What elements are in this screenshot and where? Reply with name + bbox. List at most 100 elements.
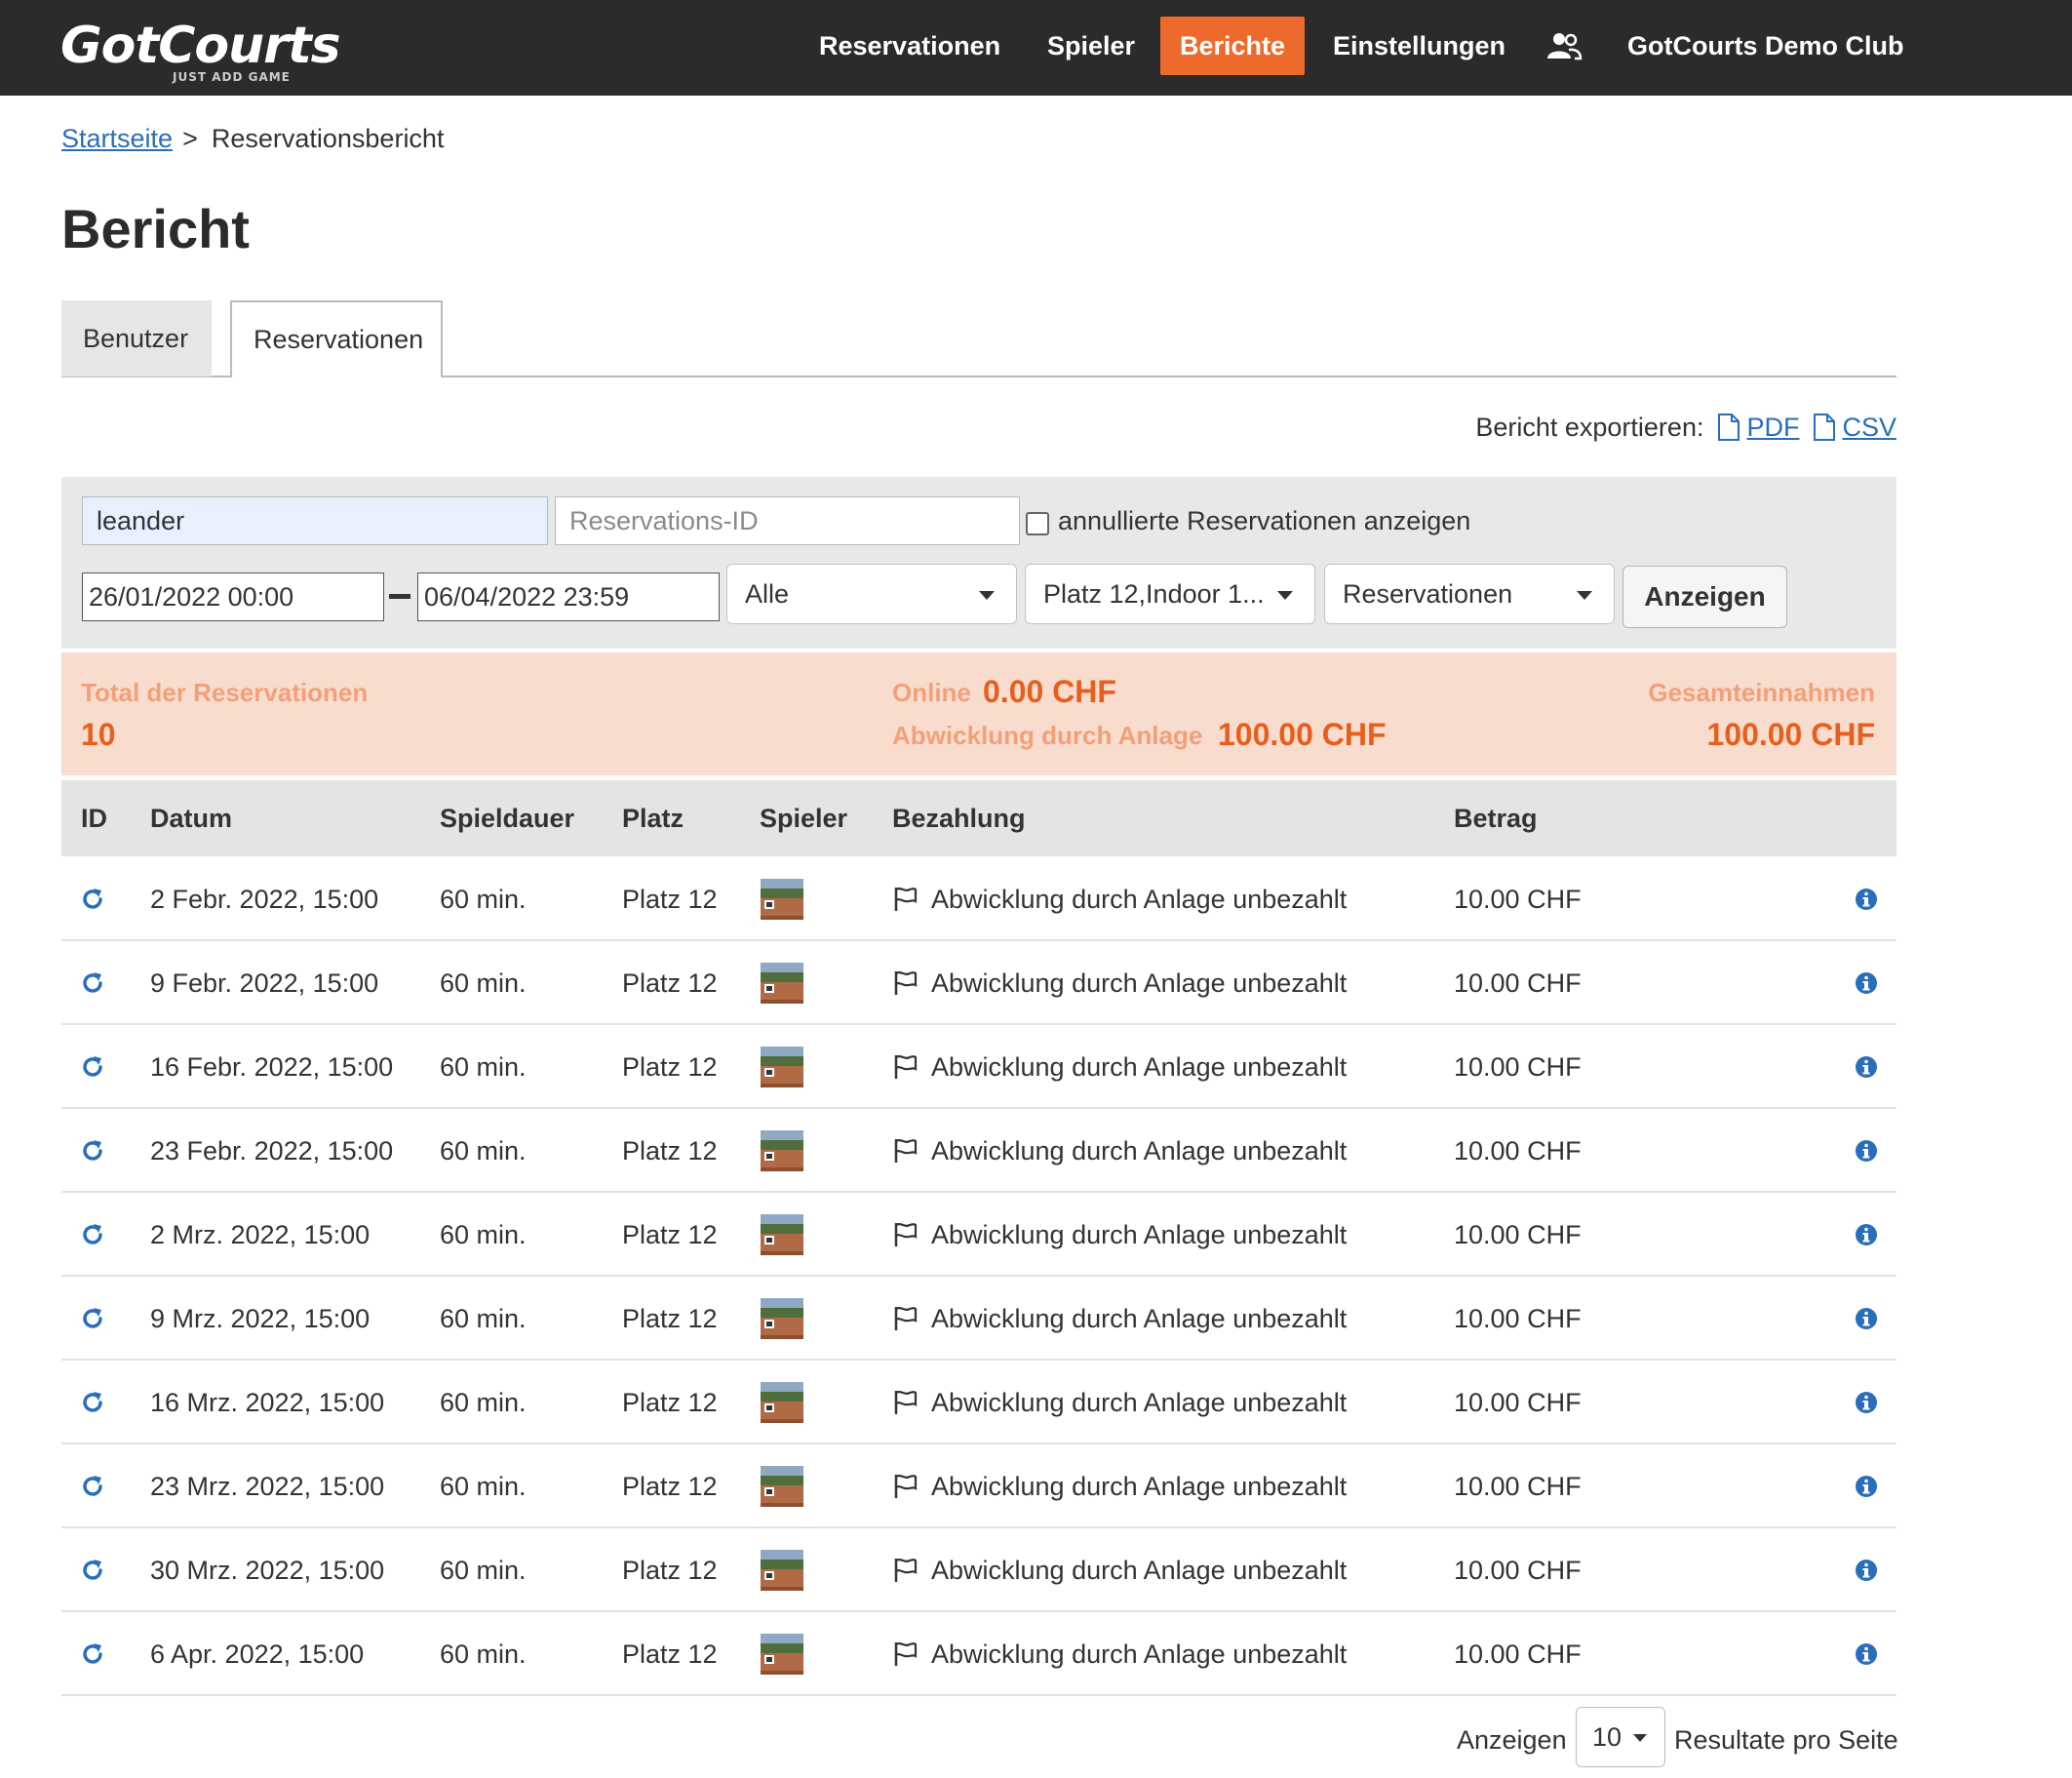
info-icon[interactable] [1855,888,1878,911]
info-icon[interactable] [1855,1307,1878,1330]
row-payment: Abwicklung durch Anlage unbezahlt [931,885,1348,914]
info-icon[interactable] [1855,1055,1878,1079]
pagination-prefix: Anzeigen [1457,1725,1567,1755]
player-avatar[interactable] [761,1047,803,1087]
info-icon[interactable] [1855,1475,1878,1498]
gotcourts-logo[interactable]: GotCourts JUST ADD GAME [60,18,341,86]
player-avatar[interactable] [761,1130,803,1171]
show-button[interactable]: Anzeigen [1622,566,1787,628]
report-type-select[interactable]: Reservationen [1324,564,1615,624]
revenue-label: Gesamteinnahmen [1648,678,1875,707]
column-header-payment[interactable]: Bezahlung [892,780,1026,856]
player-avatar[interactable] [761,1634,803,1675]
row-duration: 60 min. [440,1136,527,1166]
player-avatar[interactable] [761,879,803,920]
export-pdf-link[interactable]: PDF [1746,410,1799,445]
info-icon[interactable] [1855,971,1878,995]
repeat-icon[interactable] [80,970,105,996]
row-duration: 60 min. [440,1640,527,1669]
row-amount: 10.00 CHF [1454,1556,1582,1585]
repeat-icon[interactable] [80,1390,105,1415]
row-duration: 60 min. [440,1304,527,1333]
row-payment: Abwicklung durch Anlage unbezahlt [931,1136,1348,1166]
tab-benutzer[interactable]: Benutzer [61,300,212,376]
csv-file-icon[interactable] [1813,413,1836,442]
breadcrumb: Startseite > Reservationsbericht [61,121,444,156]
row-payment: Abwicklung durch Anlage unbezahlt [931,1052,1348,1082]
info-icon[interactable] [1855,1391,1878,1414]
row-amount: 10.00 CHF [1454,1220,1582,1249]
reservation-id-input[interactable] [555,496,1020,545]
table-header: ID Datum Spieldauer Platz Spieler Bezahl… [61,780,1896,856]
info-icon[interactable] [1855,1559,1878,1582]
player-avatar[interactable] [761,1466,803,1507]
row-court: Platz 12 [622,1640,718,1669]
repeat-icon[interactable] [80,1641,105,1667]
date-range-dash [389,594,410,599]
type-select[interactable]: Alle [726,564,1017,624]
export-csv-link[interactable]: CSV [1842,410,1896,445]
row-amount: 10.00 CHF [1454,885,1582,914]
row-duration: 60 min. [440,1472,527,1501]
player-search-input[interactable] [82,496,548,545]
player-avatar[interactable] [761,1550,803,1591]
total-reservations-value: 10 [81,717,116,752]
repeat-icon[interactable] [80,1138,105,1164]
users-icon[interactable] [1545,31,1583,60]
pagination-suffix: Resultate pro Seite [1674,1725,1898,1755]
flag-icon [894,1642,918,1666]
nav-berichte[interactable]: Berichte [1160,17,1306,75]
nav-spieler[interactable]: Spieler [1047,17,1135,75]
column-header-duration[interactable]: Spieldauer [440,780,574,856]
table-row: 6 Apr. 2022, 15:00 60 min. Platz 12 Abwi… [61,1612,1896,1696]
row-date: 23 Febr. 2022, 15:00 [150,1136,394,1166]
table-row: 30 Mrz. 2022, 15:00 60 min. Platz 12 Abw… [61,1528,1896,1612]
player-avatar[interactable] [761,1298,803,1339]
row-amount: 10.00 CHF [1454,1136,1582,1166]
facility-value: 100.00 CHF [1218,717,1387,752]
repeat-icon[interactable] [80,1222,105,1247]
row-court: Platz 12 [622,968,718,998]
tab-reservationen[interactable]: Reservationen [230,300,443,378]
show-cancelled-checkbox[interactable] [1026,512,1049,535]
club-name-menu[interactable]: GotCourts Demo Club [1627,17,1904,75]
chevron-down-icon [1577,591,1592,600]
info-icon[interactable] [1855,1139,1878,1163]
summary-bar: Total der Reservationen 10 Online 0.00 C… [61,652,1896,775]
player-avatar[interactable] [761,1214,803,1255]
player-avatar[interactable] [761,963,803,1004]
page-size-value: 10 [1592,1722,1622,1752]
info-icon[interactable] [1855,1642,1878,1666]
repeat-icon[interactable] [80,887,105,912]
logo-wordmark: GotCourts [60,17,341,75]
info-icon[interactable] [1855,1223,1878,1246]
logo-tagline: JUST ADD GAME [173,70,291,84]
repeat-icon[interactable] [80,1474,105,1499]
breadcrumb-home-link[interactable]: Startseite [61,124,173,153]
row-court: Platz 12 [622,1052,718,1082]
table-row: 2 Febr. 2022, 15:00 60 min. Platz 12 Abw… [61,857,1896,941]
pdf-file-icon[interactable] [1717,413,1740,442]
page-size-select[interactable]: 10 [1576,1707,1665,1767]
date-from-input[interactable] [82,573,384,621]
nav-einstellungen[interactable]: Einstellungen [1333,17,1505,75]
table-row: 16 Febr. 2022, 15:00 60 min. Platz 12 Ab… [61,1025,1896,1109]
repeat-icon[interactable] [80,1558,105,1583]
column-header-date[interactable]: Datum [150,780,232,856]
flag-icon [894,1223,918,1246]
show-cancelled-label: annullierte Reservationen anzeigen [1058,506,1471,535]
date-to-input[interactable] [417,573,720,621]
player-avatar[interactable] [761,1382,803,1423]
court-select[interactable]: Platz 12,Indoor 1... [1025,564,1315,624]
repeat-icon[interactable] [80,1306,105,1331]
chevron-down-icon [1277,591,1293,600]
column-header-amount[interactable]: Betrag [1454,780,1538,856]
flag-icon [894,1475,918,1498]
row-amount: 10.00 CHF [1454,1472,1582,1501]
nav-reservationen[interactable]: Reservationen [819,17,1000,75]
column-header-id[interactable]: ID [81,780,107,856]
column-header-player[interactable]: Spieler [760,780,847,856]
row-date: 30 Mrz. 2022, 15:00 [150,1556,385,1585]
repeat-icon[interactable] [80,1054,105,1080]
column-header-court[interactable]: Platz [622,780,684,856]
